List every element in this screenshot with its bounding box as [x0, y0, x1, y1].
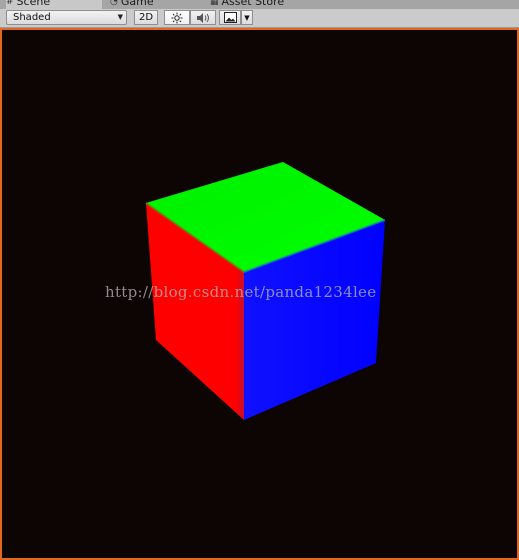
scene-viewport[interactable]: http://blog.csdn.net/panda1234lee [0, 28, 519, 560]
editor-tab-bar: # Scene ◔ Game ▦ Asset Store [0, 0, 519, 9]
sun-icon [171, 12, 183, 24]
tab-game-label: Game [120, 0, 154, 8]
scene-lighting-button[interactable] [164, 10, 190, 25]
chevron-down-icon: ▼ [244, 14, 250, 22]
shading-mode-dropdown[interactable]: Shaded ▼ [6, 10, 127, 25]
scene-effects-dropdown[interactable]: ▼ [241, 10, 253, 25]
watermark-url: http://blog.csdn.net/panda1234lee [105, 283, 377, 301]
tab-game[interactable]: ◔ Game [110, 0, 200, 9]
mode-2d-button[interactable]: 2D [134, 10, 158, 25]
tab-asset-store[interactable]: ▦ Asset Store [210, 0, 320, 9]
shading-mode-value: Shaded [13, 12, 51, 23]
tab-scene[interactable]: # Scene [6, 0, 102, 9]
chevron-down-icon: ▼ [117, 13, 123, 21]
hash-icon: # [6, 0, 14, 7]
tab-scene-label: Scene [16, 0, 51, 8]
pacman-icon: ◔ [110, 0, 118, 7]
scene-toolbar: Shaded ▼ 2D ▼ [0, 9, 519, 28]
store-icon: ▦ [210, 0, 219, 7]
tab-asset-store-label: Asset Store [221, 0, 285, 8]
speaker-icon [197, 13, 209, 23]
image-icon [223, 12, 237, 23]
scene-audio-button[interactable] [190, 10, 216, 25]
mode-2d-label: 2D [138, 12, 154, 23]
scene-effects-button[interactable] [219, 10, 241, 25]
